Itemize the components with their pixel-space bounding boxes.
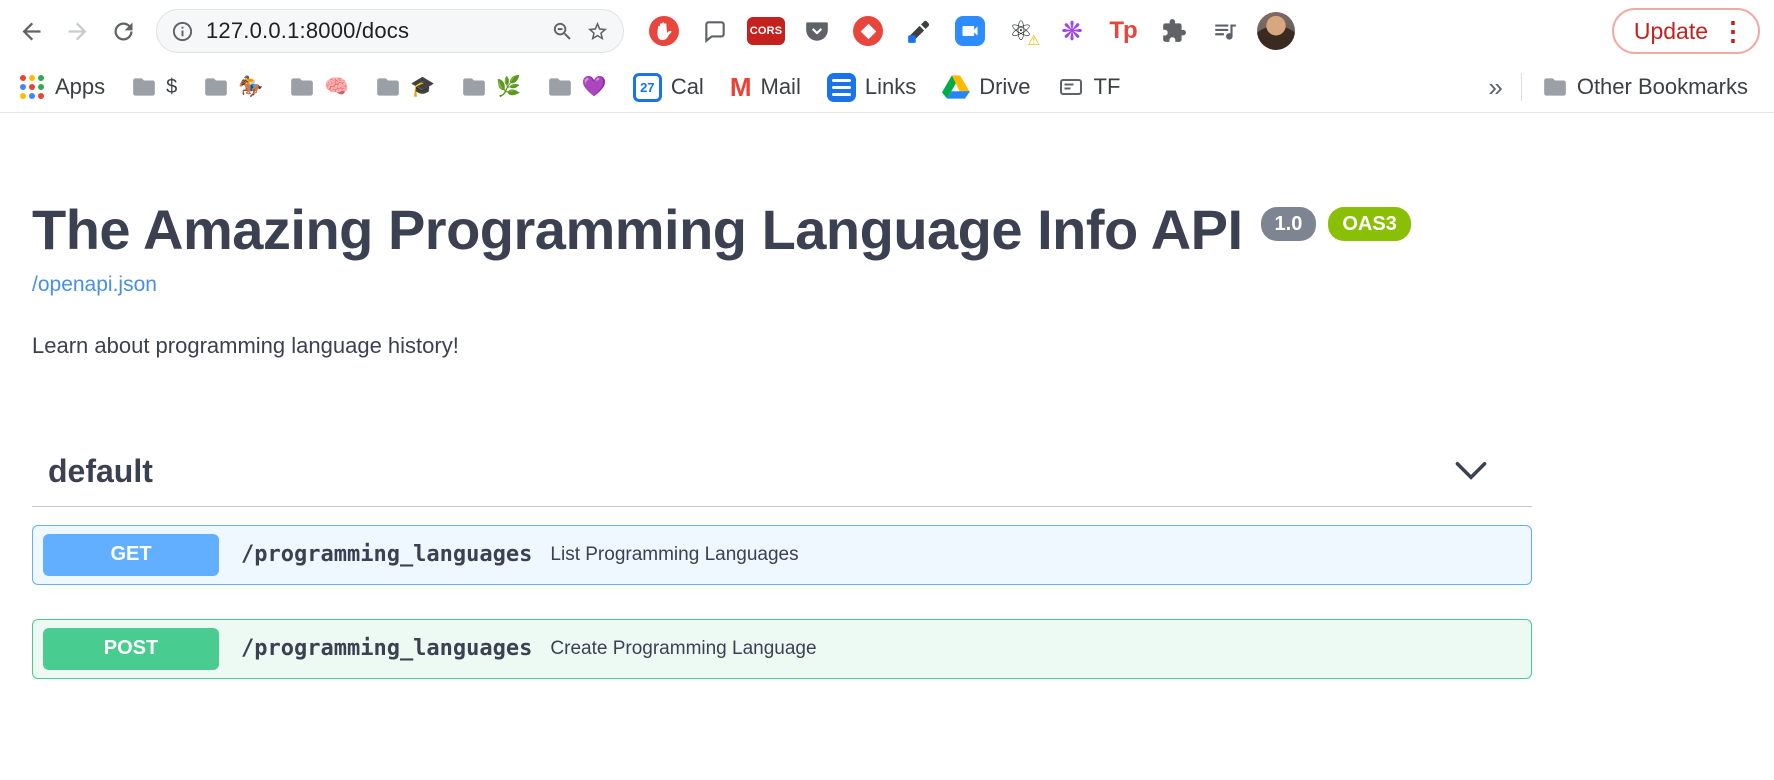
folder-emoji: 🏇 bbox=[238, 77, 263, 97]
gmail-icon: M bbox=[730, 74, 752, 100]
forward-button[interactable] bbox=[54, 8, 100, 54]
back-button[interactable] bbox=[8, 8, 54, 54]
pocket-extension-icon[interactable] bbox=[801, 15, 833, 47]
bookmark-links[interactable]: Links bbox=[817, 69, 926, 106]
folder-emoji: 🌿 bbox=[496, 77, 521, 97]
swagger-docs-page: The Amazing Programming Language Info AP… bbox=[0, 199, 1774, 679]
warning-icon: ⚠ bbox=[1027, 32, 1040, 49]
bookmark-folder-4[interactable]: 🎓 bbox=[365, 70, 445, 104]
oas3-badge: OAS3 bbox=[1328, 207, 1410, 241]
folder-icon bbox=[131, 74, 157, 100]
endpoint-summary: List Programming Languages bbox=[550, 544, 798, 566]
method-badge: GET bbox=[43, 534, 219, 576]
method-badge: POST bbox=[43, 628, 219, 670]
update-button[interactable]: Update ⋮ bbox=[1612, 8, 1760, 54]
chat-bubble-extension-icon[interactable] bbox=[699, 15, 731, 47]
version-badge: 1.0 bbox=[1261, 207, 1317, 241]
endpoint-get-programming-languages[interactable]: GET /programming_languages List Programm… bbox=[32, 525, 1532, 585]
bookmark-calendar[interactable]: 27 Cal bbox=[623, 69, 714, 106]
address-bar[interactable]: 127.0.0.1:8000/docs bbox=[156, 9, 624, 53]
bookmark-tf[interactable]: TF bbox=[1047, 70, 1131, 104]
update-label: Update bbox=[1634, 18, 1708, 45]
endpoint-summary: Create Programming Language bbox=[550, 638, 816, 660]
folder-icon bbox=[1542, 74, 1568, 100]
zoom-app-extension-icon[interactable] bbox=[954, 15, 986, 47]
section-default-header[interactable]: default bbox=[32, 453, 1532, 507]
extensions-puzzle-icon[interactable] bbox=[1158, 15, 1190, 47]
endpoint-path: /programming_languages bbox=[241, 542, 532, 567]
bookmark-folder-6[interactable]: 💜 bbox=[537, 70, 617, 104]
bookmark-calendar-label: Cal bbox=[671, 74, 704, 100]
openapi-json-link[interactable]: /openapi.json bbox=[32, 273, 157, 297]
folder-icon bbox=[375, 74, 401, 100]
page-title: The Amazing Programming Language Info AP… bbox=[32, 199, 1243, 261]
folder-emoji: 🧠 bbox=[324, 77, 349, 97]
back-arrow-icon bbox=[18, 18, 45, 45]
chevron-down-icon[interactable] bbox=[1455, 461, 1487, 481]
bookmark-folder-1[interactable]: $ bbox=[121, 70, 187, 104]
eyedropper-extension-icon[interactable] bbox=[903, 15, 935, 47]
bookmark-mail[interactable]: M Mail bbox=[720, 70, 811, 104]
section-title: default bbox=[48, 453, 153, 490]
tf-icon bbox=[1057, 75, 1085, 99]
browser-toolbar: 127.0.0.1:8000/docs ✋ CORS ⚛ ⚠ ❋ bbox=[0, 0, 1774, 62]
endpoint-path: /programming_languages bbox=[241, 636, 532, 661]
folder-emoji: $ bbox=[166, 77, 177, 97]
reload-icon bbox=[110, 18, 137, 45]
cors-extension-icon[interactable]: CORS bbox=[750, 15, 782, 47]
bookmark-apps-label: Apps bbox=[55, 74, 105, 100]
stop-hand-extension-icon[interactable]: ✋ bbox=[648, 15, 680, 47]
folder-icon bbox=[203, 74, 229, 100]
bookmark-drive-label: Drive bbox=[979, 74, 1030, 100]
folder-icon bbox=[289, 74, 315, 100]
site-info-icon[interactable] bbox=[171, 20, 194, 43]
folder-icon bbox=[547, 74, 573, 100]
calendar-icon: 27 bbox=[633, 73, 662, 102]
drive-icon bbox=[942, 74, 970, 100]
zoom-icon[interactable] bbox=[551, 20, 574, 43]
bookmark-drive[interactable]: Drive bbox=[932, 70, 1040, 104]
apps-grid-icon bbox=[20, 75, 44, 99]
bookmark-apps[interactable]: Apps bbox=[10, 70, 115, 104]
other-bookmarks[interactable]: Other Bookmarks bbox=[1532, 70, 1758, 104]
browser-menu-icon[interactable]: ⋮ bbox=[1720, 18, 1746, 44]
media-controls-icon[interactable] bbox=[1209, 15, 1241, 47]
api-description: Learn about programming language history… bbox=[32, 333, 1774, 359]
extensions-area: ✋ CORS ⚛ ⚠ ❋ Tp bbox=[648, 15, 1241, 47]
bookmark-tf-label: TF bbox=[1094, 74, 1121, 100]
red-badge-extension-icon[interactable] bbox=[852, 15, 884, 47]
endpoint-post-programming-languages[interactable]: POST /programming_languages Create Progr… bbox=[32, 619, 1532, 679]
bookmark-folder-2[interactable]: 🏇 bbox=[193, 70, 273, 104]
bookmarks-separator bbox=[1521, 73, 1522, 101]
forward-arrow-icon bbox=[64, 18, 91, 45]
bookmark-star-icon[interactable] bbox=[586, 20, 609, 43]
purple-flower-extension-icon[interactable]: ❋ bbox=[1056, 15, 1088, 47]
bookmark-folder-3[interactable]: 🧠 bbox=[279, 70, 359, 104]
folder-emoji: 🎓 bbox=[410, 77, 435, 97]
react-devtools-extension-icon[interactable]: ⚛ ⚠ bbox=[1005, 15, 1037, 47]
bookmarks-overflow-chevron[interactable]: » bbox=[1480, 72, 1510, 103]
folder-icon bbox=[461, 74, 487, 100]
tp-extension-icon[interactable]: Tp bbox=[1107, 15, 1139, 47]
folder-emoji: 💜 bbox=[582, 77, 607, 97]
bookmark-links-label: Links bbox=[865, 74, 916, 100]
reload-button[interactable] bbox=[100, 8, 146, 54]
links-icon bbox=[827, 73, 856, 102]
bookmark-folder-5[interactable]: 🌿 bbox=[451, 70, 531, 104]
bookmark-mail-label: Mail bbox=[761, 74, 801, 100]
bookmarks-bar: Apps $ 🏇 🧠 🎓 🌿 💜 27 Cal M Mail Links bbox=[0, 62, 1774, 113]
other-bookmarks-label: Other Bookmarks bbox=[1577, 74, 1748, 100]
profile-avatar[interactable] bbox=[1257, 12, 1295, 50]
url-text[interactable]: 127.0.0.1:8000/docs bbox=[206, 18, 539, 44]
